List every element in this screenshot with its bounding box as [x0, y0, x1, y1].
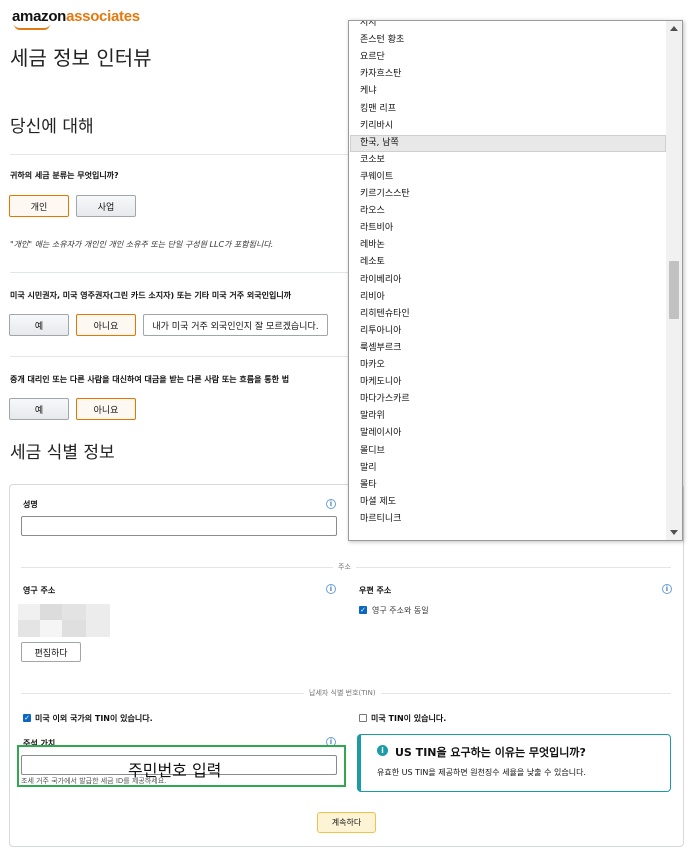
amazon-associates-logo: amazonassociates — [12, 8, 140, 30]
address-redacted — [18, 604, 110, 637]
country-option[interactable]: 키르기스스탄 — [350, 186, 666, 203]
country-option[interactable]: 리비아 — [350, 289, 666, 306]
agent-question: 중개 대리인 또는 다른 사람을 대신하여 대금을 받는 다른 사람 또는 흐름… — [10, 375, 290, 384]
same-address-label: 영구 주소와 동일 — [372, 606, 429, 615]
why-tin-title: US TIN을 요구하는 이유는 무엇입니까? — [395, 746, 586, 759]
country-option[interactable]: 존스턴 황초 — [350, 32, 666, 49]
scroll-down-icon[interactable] — [670, 530, 678, 535]
agent-yes-button[interactable]: 예 — [9, 398, 69, 420]
info-icon[interactable]: i — [662, 584, 672, 594]
country-option[interactable]: 마르티니크 — [350, 511, 666, 528]
no-button[interactable]: 아니요 — [76, 314, 136, 336]
why-tin-box: i US TIN을 요구하는 이유는 무엇입니까? 유효한 US TIN을 제공… — [357, 734, 671, 792]
dropdown-scrollbar[interactable] — [666, 21, 682, 540]
scrollbar-thumb[interactable] — [669, 261, 679, 319]
address-divider-label: 주소 — [333, 562, 356, 572]
us-tin-label: 미국 TIN이 있습니다. — [371, 714, 447, 723]
name-label: 성명 — [23, 500, 38, 509]
continue-button[interactable]: 계속하다 — [317, 812, 376, 833]
not-sure-button[interactable]: 내가 미국 거주 외국인인지 잘 모르겠습니다. — [143, 314, 328, 336]
country-option[interactable]: 마카오 — [350, 357, 666, 374]
agent-no-button[interactable]: 아니요 — [76, 398, 136, 420]
us-tin-checkbox[interactable] — [359, 714, 367, 722]
country-option[interactable]: 말라위 — [350, 408, 666, 425]
about-section-title: 당신에 대해 — [10, 117, 94, 137]
individual-button[interactable]: 개인 — [9, 195, 69, 217]
business-button[interactable]: 사업 — [76, 195, 136, 217]
country-option[interactable]: 마다가스카르 — [350, 391, 666, 408]
country-option[interactable]: 라이베리아 — [350, 272, 666, 289]
country-option[interactable]: 말레이시아 — [350, 425, 666, 442]
non-us-tin-label: 미국 이외 국가의 TIN이 있습니다. — [35, 714, 153, 723]
country-option[interactable]: 마케도니아 — [350, 374, 666, 391]
country-dropdown-list[interactable]: 저지 존스턴 황초 요르단 카자흐스탄 케냐 킹맨 리프 키리바시 한국, 남쪽 코소보 쿠웨이트… — [348, 20, 683, 541]
country-option[interactable]: 레소토 — [350, 254, 666, 271]
country-option[interactable]: 몰디브 — [350, 443, 666, 460]
country-option[interactable]: 레바논 — [350, 237, 666, 254]
page-title: 세금 정보 인터뷰 — [10, 46, 152, 70]
tax-class-question: 귀하의 세금 분류는 무엇입니까? — [10, 171, 119, 180]
info-circle-icon: i — [377, 745, 388, 756]
country-option[interactable]: 라트비아 — [350, 220, 666, 237]
name-input[interactable] — [21, 516, 337, 536]
country-option[interactable]: 킹맨 리프 — [350, 101, 666, 118]
tin-divider-label: 납세자 식별 번호(TIN) — [304, 688, 381, 698]
country-option[interactable]: 키리바시 — [350, 118, 666, 135]
country-option[interactable]: 카자흐스탄 — [350, 66, 666, 83]
scroll-up-icon[interactable] — [670, 26, 678, 31]
country-option[interactable]: 말리 — [350, 460, 666, 477]
country-option[interactable]: 라오스 — [350, 203, 666, 220]
country-option[interactable]: 룩셈부르크 — [350, 340, 666, 357]
country-option[interactable]: 코소보 — [350, 152, 666, 169]
country-option[interactable]: 저지 — [350, 21, 666, 32]
edit-address-button[interactable]: 편집하다 — [21, 642, 81, 662]
country-option[interactable]: 한국, 남쪽 — [350, 134, 666, 152]
mailing-address-label: 우편 주소 — [359, 586, 392, 595]
non-us-tin-checkbox[interactable]: ✓ — [23, 714, 31, 722]
yes-button[interactable]: 예 — [9, 314, 69, 336]
country-option[interactable]: 리투아니아 — [350, 323, 666, 340]
tax-id-section-title: 세금 식별 정보 — [10, 443, 115, 463]
us-person-question: 미국 시민권자, 미국 영주권자(그린 카드 소지자) 또는 기타 미국 거주 … — [10, 291, 292, 300]
why-tin-body: 유효한 US TIN을 제공하면 원천징수 세율을 낮출 수 있습니다. — [377, 768, 586, 777]
country-option[interactable]: 리히텐슈타인 — [350, 306, 666, 323]
permanent-address-label: 영구 주소 — [23, 586, 56, 595]
country-option[interactable]: 마셜 제도 — [350, 494, 666, 511]
info-icon[interactable]: i — [326, 499, 336, 509]
country-option[interactable]: 몰타 — [350, 477, 666, 494]
overlay-caption: 주민번호 입력 — [128, 761, 222, 780]
info-icon[interactable]: i — [326, 584, 336, 594]
country-option[interactable]: 케냐 — [350, 83, 666, 100]
logo-smile — [14, 24, 50, 30]
country-option[interactable]: 쿠웨이트 — [350, 169, 666, 186]
same-address-checkbox[interactable]: ✓ — [359, 606, 367, 614]
country-option[interactable]: 요르단 — [350, 49, 666, 66]
tax-class-note: "개인" 에는 소유자가 개인인 개인 소유주 또는 단일 구성원 LLC가 포… — [10, 240, 274, 249]
